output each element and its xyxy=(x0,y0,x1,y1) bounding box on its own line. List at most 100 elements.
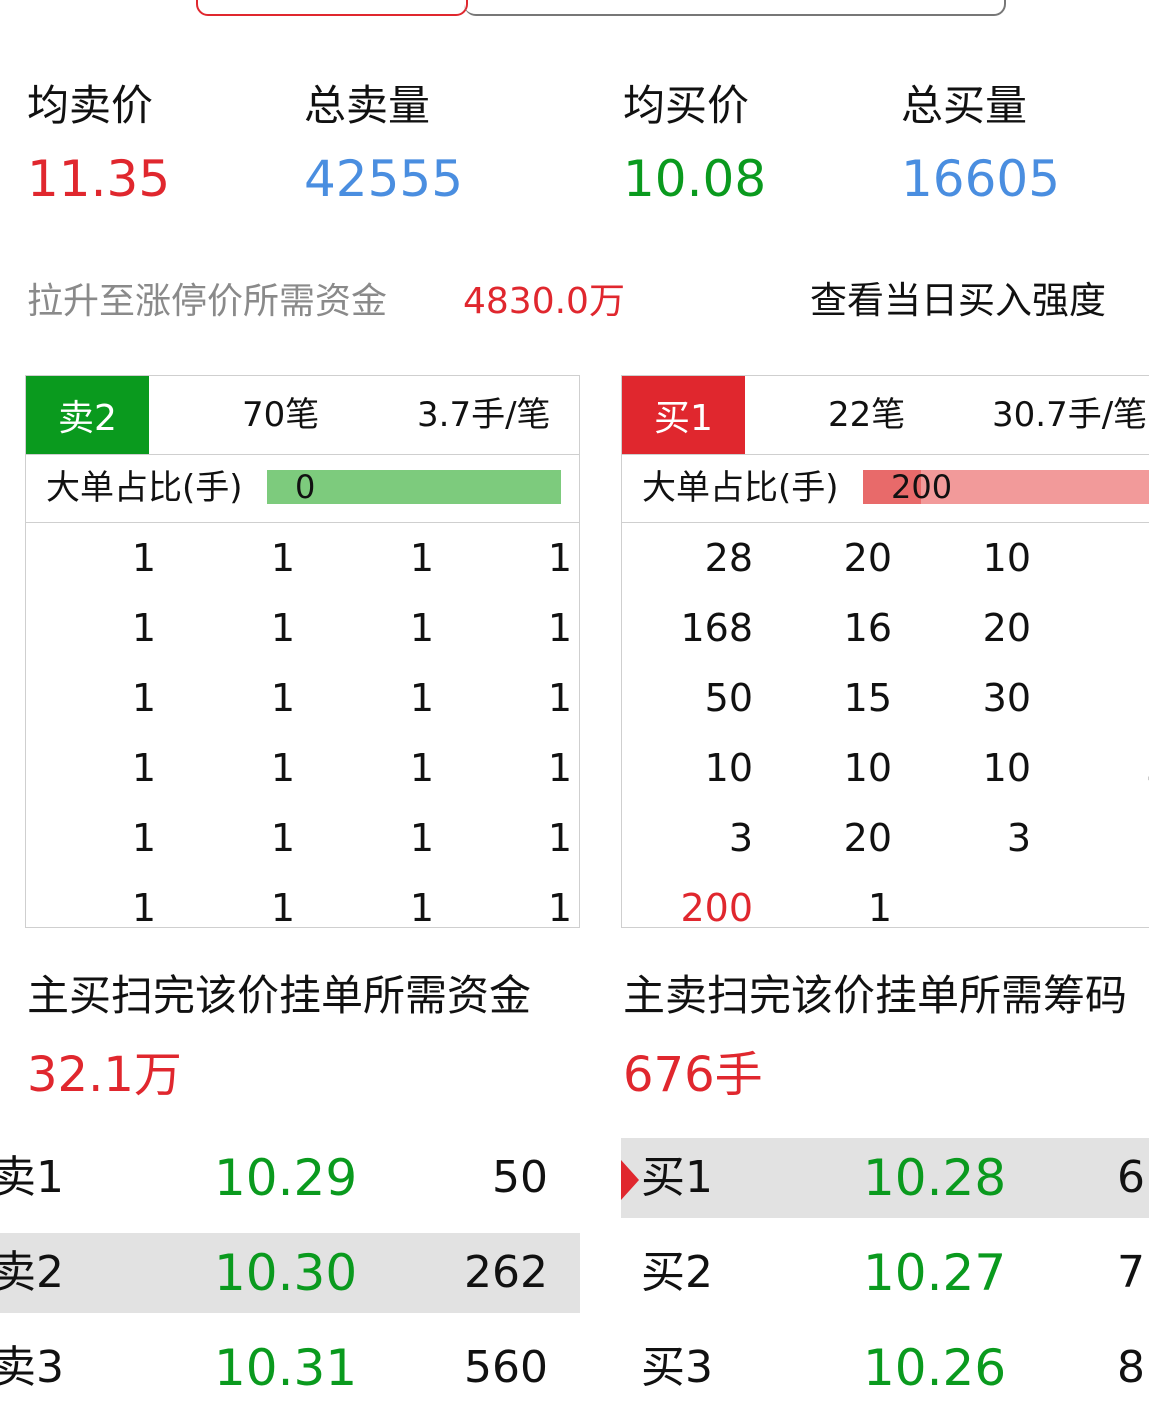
order-count-cell: 1 xyxy=(547,746,572,790)
order-count-cell: 168 xyxy=(680,606,753,650)
order-level-volume: 560 xyxy=(464,1342,548,1393)
tab-right[interactable] xyxy=(464,0,1006,16)
order-count-cell: 1 xyxy=(270,606,295,650)
order-count-cell: 1 xyxy=(409,606,434,650)
sell-level-panel: 卖2 70笔 3.7手/笔 大单占比(手) 0 1 1 1 1 1 1 1 1 1 1 1 1 1 1 1 1… xyxy=(25,375,580,928)
order-book-row[interactable]: 买2 10.27 7 xyxy=(621,1233,1149,1313)
order-level-name: 买3 xyxy=(641,1342,713,1393)
buy-large-order-ratio: 大单占比(手) 200 xyxy=(622,454,1149,523)
total-buy-volume-value: 16605 xyxy=(901,150,1061,208)
buy-order-count: 22笔 xyxy=(828,395,906,435)
order-count-cell: 1 xyxy=(1090,606,1149,650)
order-level-price: 10.31 xyxy=(214,1339,358,1397)
avg-sell-price-value: 11.35 xyxy=(27,150,171,208)
avg-buy-price-label: 均买价 xyxy=(623,81,750,130)
order-count-cell: 1 xyxy=(409,536,434,580)
order-level-volume: 6 xyxy=(1117,1152,1145,1203)
order-level-price: 10.28 xyxy=(863,1149,1007,1207)
sell-ratio-bar: 0 xyxy=(267,470,561,504)
order-book-row[interactable]: 卖3 10.31 560 xyxy=(0,1328,580,1408)
buy-avg-per-order: 30.7手/笔 xyxy=(992,395,1148,435)
tab-left[interactable] xyxy=(196,0,468,16)
order-count-cell: 1 xyxy=(867,886,892,928)
order-count-cell: 16 xyxy=(843,606,892,650)
order-count-cell: 3 xyxy=(1006,816,1031,860)
order-count-cell: 1 xyxy=(270,746,295,790)
buy-ratio-bar: 200 xyxy=(863,470,1149,504)
order-count-cell: 200 xyxy=(680,886,753,928)
order-count-cell: 3 xyxy=(728,816,753,860)
total-buy-volume-label: 总买量 xyxy=(901,81,1028,130)
order-count-cell: 1 xyxy=(409,816,434,860)
lift-capital-value: 4830.0万 xyxy=(463,281,625,322)
order-count-cell: 1 xyxy=(270,536,295,580)
order-count-cell: 20 xyxy=(982,606,1031,650)
order-count-cell: 1 xyxy=(409,676,434,720)
order-count-cell: 1 xyxy=(547,676,572,720)
order-level-price: 10.29 xyxy=(214,1149,358,1207)
buy-sweep-capital-label: 主买扫完该价挂单所需资金 xyxy=(27,971,532,1020)
order-count-cell: 1 xyxy=(1090,816,1149,860)
order-book-row[interactable]: 买1 10.28 6 xyxy=(621,1138,1149,1218)
sell-avg-per-order: 3.7手/笔 xyxy=(417,395,551,435)
order-book-row[interactable]: 卖2 10.30 262 xyxy=(0,1233,580,1313)
order-level-name: 卖2 xyxy=(0,1247,64,1298)
avg-sell-price-label: 均卖价 xyxy=(27,81,154,130)
total-sell-volume-value: 42555 xyxy=(304,150,464,208)
order-level-name: 买1 xyxy=(641,1152,713,1203)
order-level-volume: 262 xyxy=(464,1247,548,1298)
lift-capital-label: 拉升至涨停价所需资金 xyxy=(27,281,388,322)
order-count-cell: 1 xyxy=(131,746,156,790)
order-count-cell: 10 xyxy=(982,536,1031,580)
order-count-cell: 20 xyxy=(843,816,892,860)
buy-panel-header: 买1 22笔 30.7手/笔 xyxy=(622,376,1149,455)
order-count-cell: 1 xyxy=(270,886,295,928)
sell-large-order-ratio: 大单占比(手) 0 xyxy=(26,454,579,523)
order-count-cell: 1 xyxy=(270,816,295,860)
order-count-cell: 1 xyxy=(547,886,572,928)
order-level-volume: 7 xyxy=(1117,1247,1145,1298)
buy-sweep-capital-value: 32.1万 xyxy=(27,1047,182,1103)
order-level-price: 10.26 xyxy=(863,1339,1007,1397)
order-count-cell: 1 xyxy=(409,746,434,790)
sell-ratio-label: 大单占比(手) xyxy=(46,468,243,508)
order-count-cell: 3 xyxy=(1090,746,1149,790)
order-count-cell: 1 xyxy=(547,816,572,860)
view-buy-strength-link[interactable]: 查看当日买入强度 xyxy=(810,270,1106,324)
order-count-cell: 50 xyxy=(704,676,753,720)
order-count-cell: 30 xyxy=(982,676,1031,720)
sell-ratio-value: 0 xyxy=(295,468,316,506)
order-count-cell: 10 xyxy=(843,746,892,790)
sell-panel-header: 卖2 70笔 3.7手/笔 xyxy=(26,376,579,455)
order-level-price: 10.30 xyxy=(214,1244,358,1302)
order-count-cell: 1 xyxy=(409,886,434,928)
buy-level-tag[interactable]: 买1 xyxy=(622,376,745,454)
order-count-cell: 10 xyxy=(982,746,1031,790)
order-level-volume: 50 xyxy=(492,1152,548,1203)
avg-buy-price-value: 10.08 xyxy=(623,150,767,208)
order-count-cell: 28 xyxy=(704,536,753,580)
order-count-cell: 1 xyxy=(270,676,295,720)
order-book-row[interactable]: 买3 10.26 8 xyxy=(621,1328,1149,1408)
order-count-cell: 1 xyxy=(131,676,156,720)
order-count-cell: 1 xyxy=(547,536,572,580)
buy-ratio-label: 大单占比(手) xyxy=(642,468,839,508)
order-count-cell: 20 xyxy=(843,536,892,580)
total-sell-volume-label: 总卖量 xyxy=(304,81,431,130)
order-count-cell: 1 xyxy=(131,606,156,650)
buy-ratio-value: 200 xyxy=(891,468,953,506)
order-count-cell: 1 xyxy=(131,886,156,928)
order-count-cell: 1 xyxy=(131,816,156,860)
order-level-name: 买2 xyxy=(641,1247,713,1298)
sell-sweep-chips-value: 676手 xyxy=(623,1047,763,1103)
order-level-name: 卖1 xyxy=(0,1152,64,1203)
order-count-cell: 1 xyxy=(547,606,572,650)
order-book-row[interactable]: 卖1 10.29 50 xyxy=(0,1138,580,1218)
order-level-price: 10.27 xyxy=(863,1244,1007,1302)
order-level-volume: 8 xyxy=(1117,1342,1145,1393)
sell-level-tag[interactable]: 卖2 xyxy=(26,376,149,454)
selected-level-marker-icon xyxy=(621,1160,639,1200)
order-count-cell: 1 xyxy=(1090,676,1149,720)
buy-level-panel: 买1 22笔 30.7手/笔 大单占比(手) 200 28 20 10 168 16 20… xyxy=(621,375,1149,928)
order-count-cell: 10 xyxy=(704,746,753,790)
